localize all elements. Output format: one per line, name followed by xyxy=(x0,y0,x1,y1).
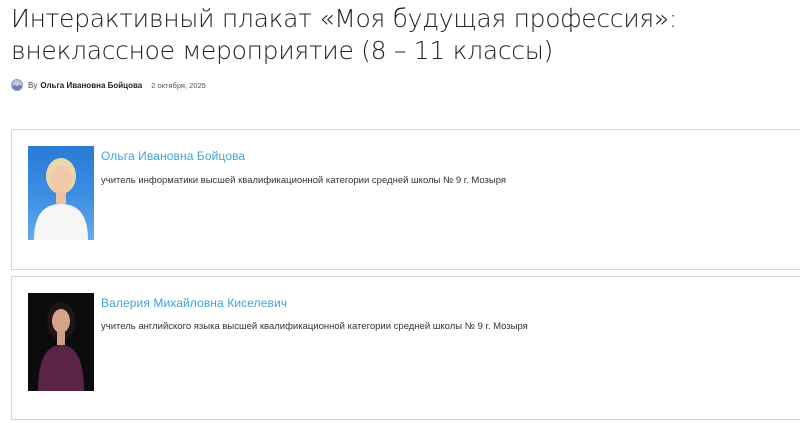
author-link[interactable]: Ольга Ивановна Бойцова xyxy=(40,81,142,90)
author-position: учитель информатики высшей квалификацион… xyxy=(101,175,507,186)
author-photo xyxy=(28,293,94,391)
author-photo xyxy=(28,146,94,240)
page-title: Интерактивный плакат «Моя будущая профес… xyxy=(11,4,678,65)
author-card: Валерия Михайловна Киселевич учитель анг… xyxy=(11,276,800,420)
post-meta: By Ольга Ивановна Бойцова 2 октября, 202… xyxy=(11,78,206,92)
author-avatar[interactable] xyxy=(11,79,23,91)
author-name[interactable]: Ольга Ивановна Бойцова xyxy=(101,149,245,163)
by-label: By xyxy=(28,80,38,90)
article-page: Интерактивный плакат «Моя будущая профес… xyxy=(0,0,800,423)
post-date: 2 октября, 2025 xyxy=(151,80,206,90)
author-position: учитель английского языка высшей квалифи… xyxy=(101,321,528,332)
author-card: Ольга Ивановна Бойцова учитель информати… xyxy=(11,129,800,270)
author-name[interactable]: Валерия Михайловна Киселевич xyxy=(101,296,287,310)
